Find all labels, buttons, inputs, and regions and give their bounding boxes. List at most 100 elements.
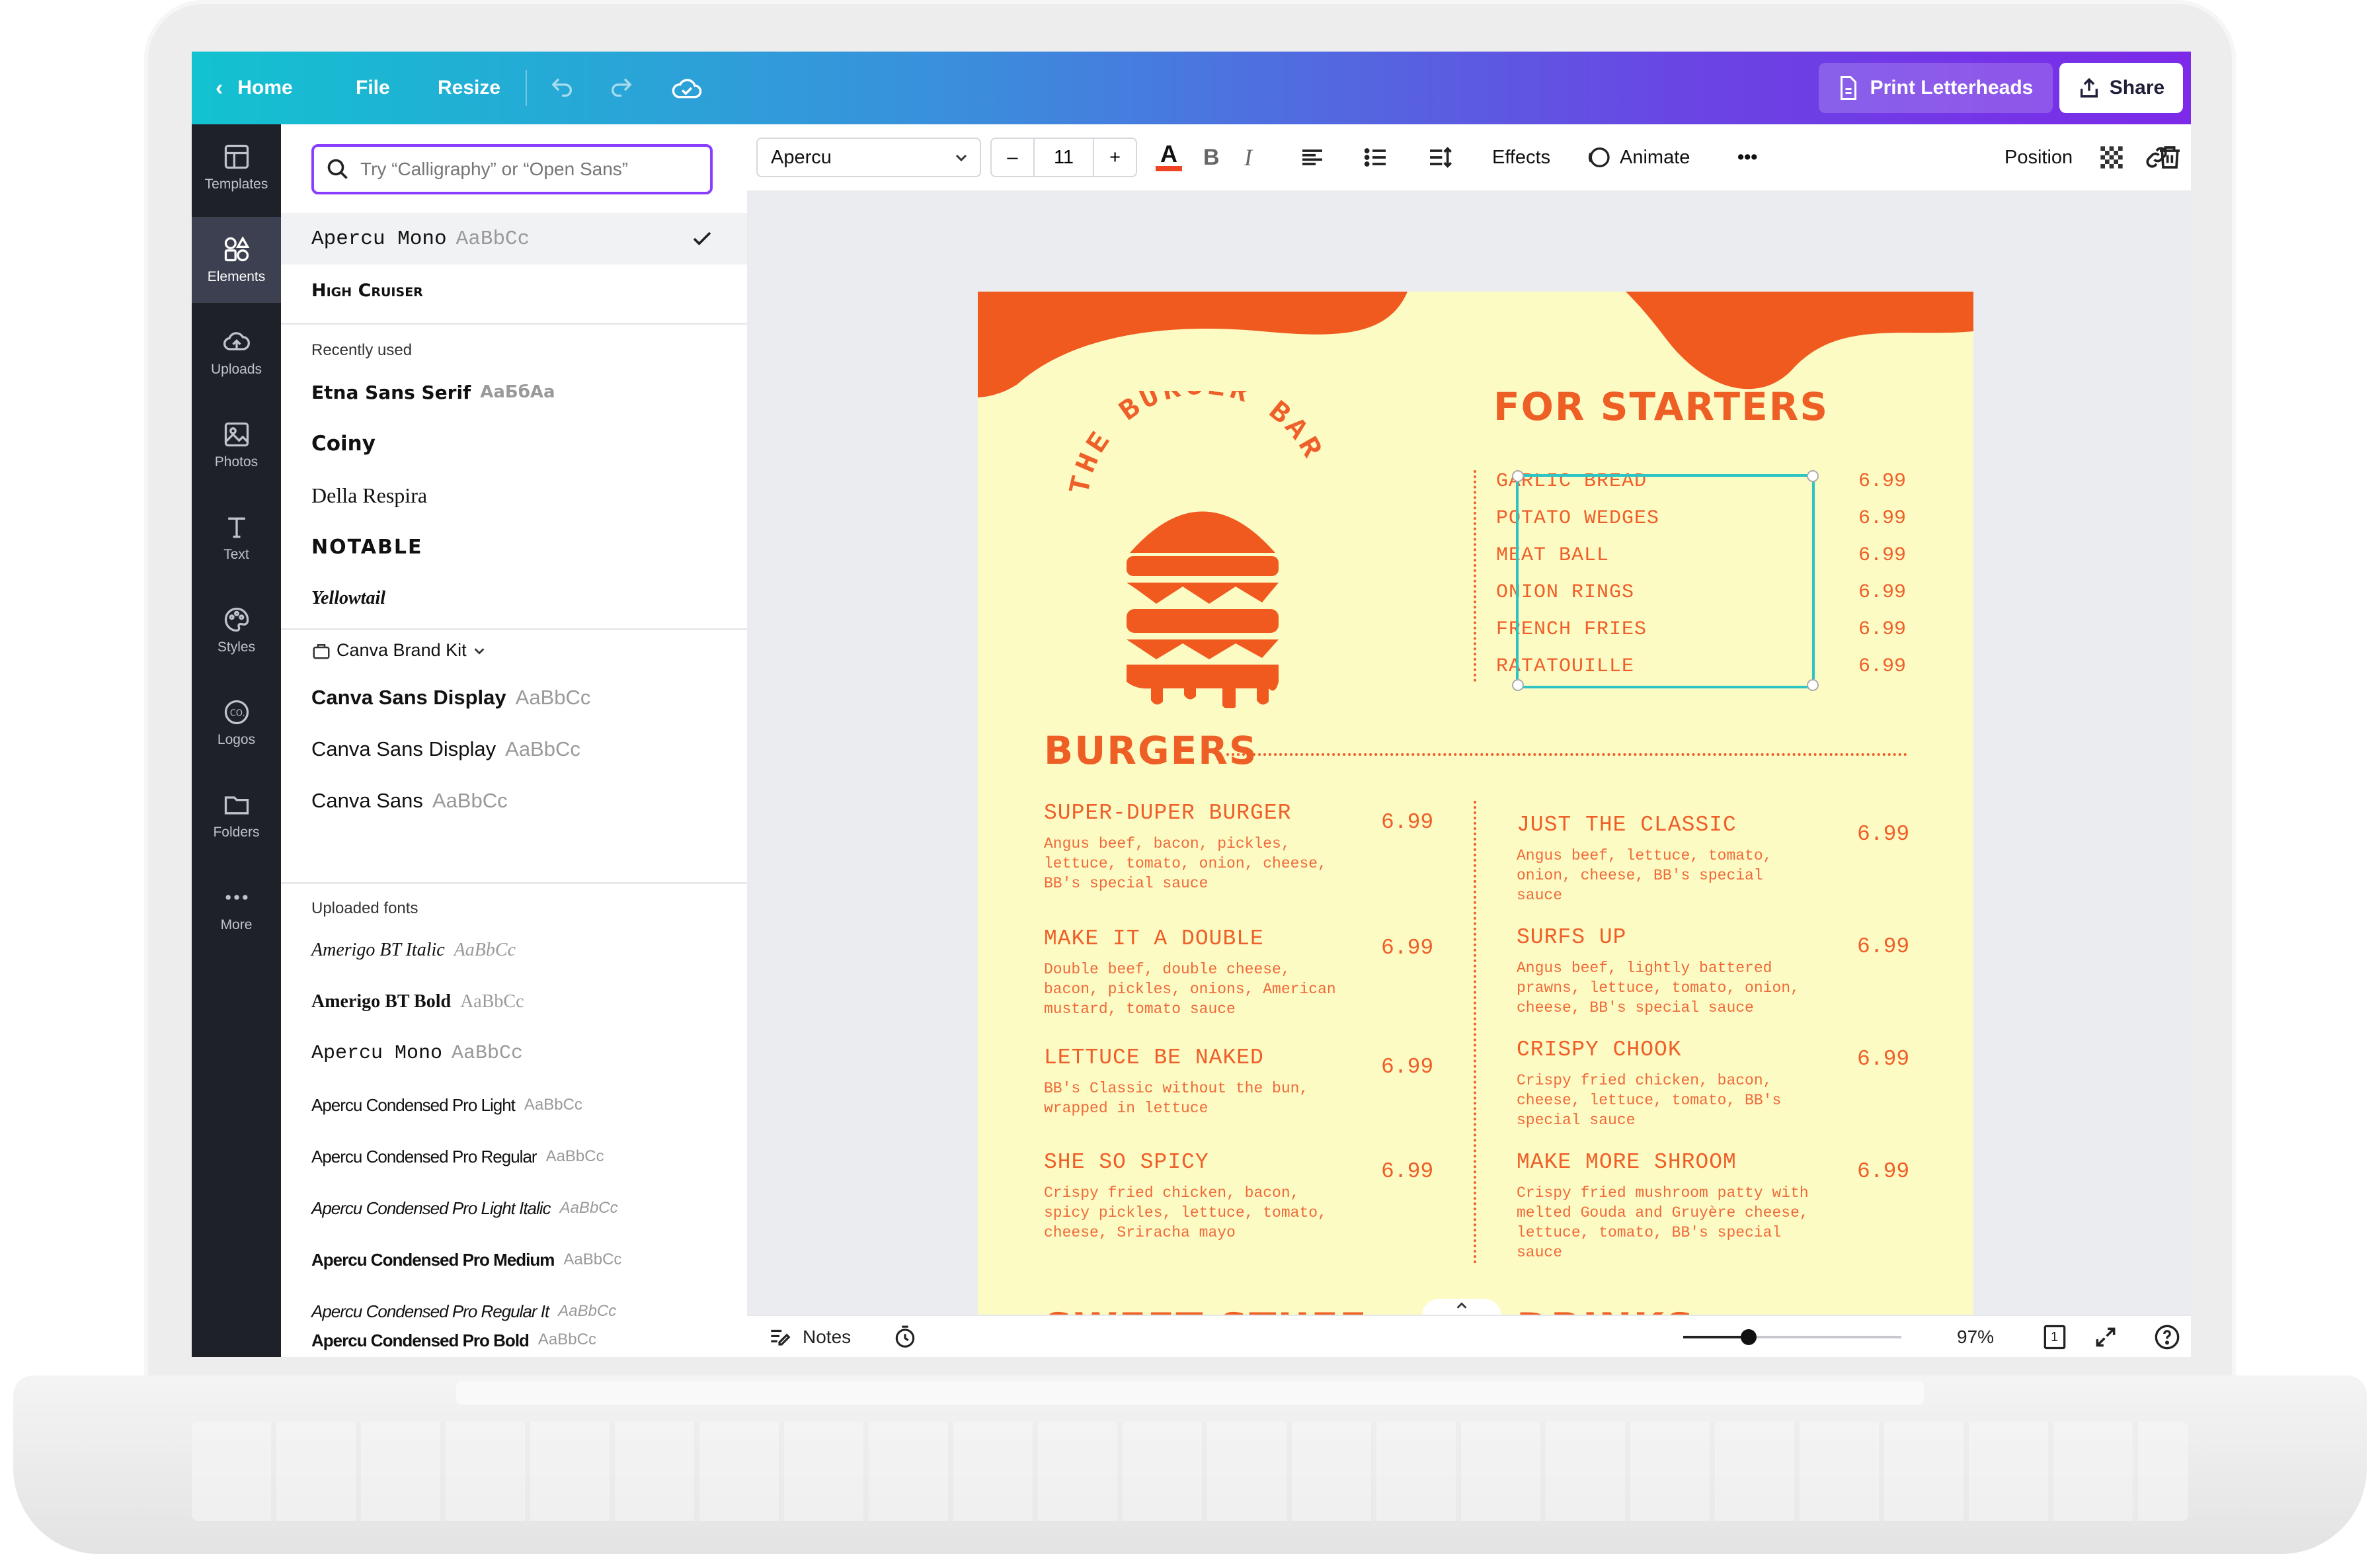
redo-icon[interactable]: [608, 52, 635, 124]
align-left-icon[interactable]: [1299, 138, 1326, 177]
resize-button[interactable]: Resize: [438, 52, 500, 124]
spacing-icon[interactable]: [1427, 138, 1453, 177]
font-item-amerigo-bold[interactable]: Amerigo BT Bold AaBbCc: [281, 976, 747, 1028]
effects-button[interactable]: Effects: [1492, 138, 1550, 177]
top-wave-left: [978, 292, 1408, 397]
font-item-apercu-condensed-medium[interactable]: Apercu Condensed Pro Medium AaBbCc: [281, 1234, 747, 1286]
rail-logos[interactable]: CO. Logos: [192, 680, 281, 766]
menu-page[interactable]: THE BURGER BAR FOR STARTERS BURGERS SWEE…: [978, 292, 1973, 1315]
font-item-canva-sans-display-2[interactable]: Canva Sans Display AaBbCc: [281, 723, 747, 775]
brand-kit-dropdown[interactable]: Canva Brand Kit: [311, 640, 487, 661]
zoom-fill: [1683, 1336, 1749, 1338]
font-item-apercu-condensed-regular-italic[interactable]: Apercu Condensed Pro Regular It AaBbCc: [281, 1286, 747, 1337]
zoom-knob[interactable]: [1741, 1329, 1757, 1345]
burger-item-description: Crispy fried chicken, bacon, spicy pickl…: [1044, 1184, 1327, 1241]
burger-item-name: CRISPY CHOOK: [1517, 1038, 1682, 1062]
starter-item-price: 6.99: [1858, 581, 1907, 604]
dotted-rule: [1226, 753, 1907, 756]
burger-item-price: 6.99: [1381, 810, 1434, 835]
resize-handle[interactable]: [1807, 679, 1819, 691]
file-menu[interactable]: File: [356, 52, 390, 124]
font-item-coiny[interactable]: Coiny: [281, 418, 747, 470]
decrease-size-button[interactable]: –: [992, 139, 1035, 176]
expand-notes-button[interactable]: [1422, 1299, 1501, 1315]
burger-item-price: 6.99: [1857, 934, 1910, 959]
drinks-title: DRINKS: [1517, 1305, 1695, 1315]
cloud-sync-icon[interactable]: [671, 52, 703, 124]
font-item-apercu-condensed-regular[interactable]: Apercu Condensed Pro Regular AaBbCc: [281, 1131, 747, 1182]
fullscreen-icon[interactable]: [2093, 1316, 2118, 1357]
undo-icon[interactable]: [549, 52, 575, 124]
font-item-canva-sans[interactable]: Canva Sans AaBbCc: [281, 775, 747, 827]
home-button[interactable]: ‹ Home: [216, 52, 293, 124]
share-icon: [2080, 77, 2098, 98]
font-item-apercu-condensed-bold[interactable]: Apercu Condensed Pro Bold AaBbCc: [281, 1331, 747, 1357]
increase-size-button[interactable]: +: [1094, 139, 1136, 176]
font-item-amerigo-italic[interactable]: Amerigo BT Italic AaBbCc: [281, 924, 747, 976]
font-item-notable[interactable]: NOTABLE: [281, 521, 747, 573]
timer-icon[interactable]: [892, 1316, 918, 1357]
rail-folders[interactable]: Folders: [192, 772, 281, 858]
bold-button[interactable]: B: [1203, 138, 1220, 177]
top-bar: ‹ Home File Resize Print Letterheads Sha…: [192, 52, 2191, 124]
font-item-etna[interactable]: Etna Sans Serif AaБбAa: [281, 366, 747, 418]
laptop-keyboard: [192, 1422, 2188, 1521]
chevron-left-icon: ‹: [216, 75, 223, 101]
burger-item-description: Angus beef, lettuce, tomato, onion, chee…: [1517, 847, 1772, 904]
templates-icon: [224, 144, 249, 169]
list-icon[interactable]: [1363, 138, 1389, 177]
more-options-button[interactable]: •••: [1737, 138, 1757, 177]
font-item-canva-sans-display[interactable]: Canva Sans Display AaBbCc: [281, 672, 747, 723]
page-count-button[interactable]: 1: [2040, 1316, 2069, 1357]
font-item-apercu-condensed-light-italic[interactable]: Apercu Condensed Pro Light Italic AaBbCc: [281, 1182, 747, 1234]
zoom-level[interactable]: 97%: [1957, 1316, 1994, 1357]
help-icon[interactable]: [2154, 1316, 2180, 1357]
laptop-hinge: [456, 1381, 1924, 1405]
print-letterheads-button[interactable]: Print Letterheads: [1819, 63, 2053, 113]
position-button[interactable]: Position: [2004, 138, 2073, 177]
trash-icon[interactable]: [2157, 138, 2183, 177]
text-selection-box[interactable]: [1512, 470, 1819, 691]
rail-elements[interactable]: Elements: [192, 217, 281, 303]
text-toolbar: Apercu – 11 + A B I Effects Animate ••• …: [747, 124, 2191, 192]
rail-uploads[interactable]: Uploads: [192, 309, 281, 395]
rail-text[interactable]: Text: [192, 495, 281, 581]
resize-handle[interactable]: [1512, 679, 1524, 691]
rail-templates[interactable]: Templates: [192, 124, 281, 210]
transparency-icon[interactable]: [2098, 138, 2125, 177]
font-item-apercu-condensed-light[interactable]: Apercu Condensed Pro Light AaBbCc: [281, 1079, 747, 1131]
resize-handle[interactable]: [1512, 470, 1524, 482]
burger-item-price: 6.99: [1381, 936, 1434, 960]
font-search-input[interactable]: [359, 158, 705, 181]
uploads-icon: [223, 332, 250, 350]
text-color-button[interactable]: A: [1156, 138, 1182, 177]
italic-button[interactable]: I: [1244, 138, 1252, 177]
font-item-high-cruiser[interactable]: High Cruiser: [281, 265, 747, 316]
sweet-stuff-title: SWEET STUFF: [1044, 1305, 1368, 1315]
text-icon: [227, 517, 245, 538]
rail-styles[interactable]: Styles: [192, 587, 281, 673]
divider: [281, 628, 747, 630]
burger-item-price: 6.99: [1857, 1159, 1910, 1184]
photos-icon: [224, 422, 249, 447]
burger-item-name: LETTUCE BE NAKED: [1044, 1045, 1264, 1070]
zoom-slider[interactable]: [1683, 1316, 1901, 1357]
burger-item-name: JUST THE CLASSIC: [1517, 813, 1737, 837]
burger-item-price: 6.99: [1857, 822, 1910, 846]
rail-photos[interactable]: Photos: [192, 402, 281, 488]
notes-icon: [771, 1329, 791, 1346]
share-button[interactable]: Share: [2059, 63, 2183, 113]
animate-button[interactable]: Animate: [1585, 138, 1690, 177]
font-item-della-respira[interactable]: Della Respira: [281, 470, 747, 521]
notes-button[interactable]: Notes: [767, 1316, 851, 1357]
resize-handle[interactable]: [1807, 470, 1819, 482]
burger-item-price: 6.99: [1857, 1047, 1910, 1071]
font-size-input[interactable]: 11: [1035, 139, 1095, 176]
burger-item-price: 6.99: [1381, 1055, 1434, 1079]
font-item-yellowtail[interactable]: Yellowtail: [281, 573, 747, 624]
font-family-select[interactable]: Apercu: [756, 138, 981, 177]
burger-item-description: Crispy fried chicken, bacon, cheese, let…: [1517, 1072, 1782, 1129]
font-item-apercu-mono[interactable]: Apercu Mono AaBbCc: [281, 213, 747, 265]
rail-more[interactable]: More: [192, 865, 281, 951]
font-item-apercu-mono-uploaded[interactable]: Apercu Mono AaBbCc: [281, 1028, 747, 1079]
